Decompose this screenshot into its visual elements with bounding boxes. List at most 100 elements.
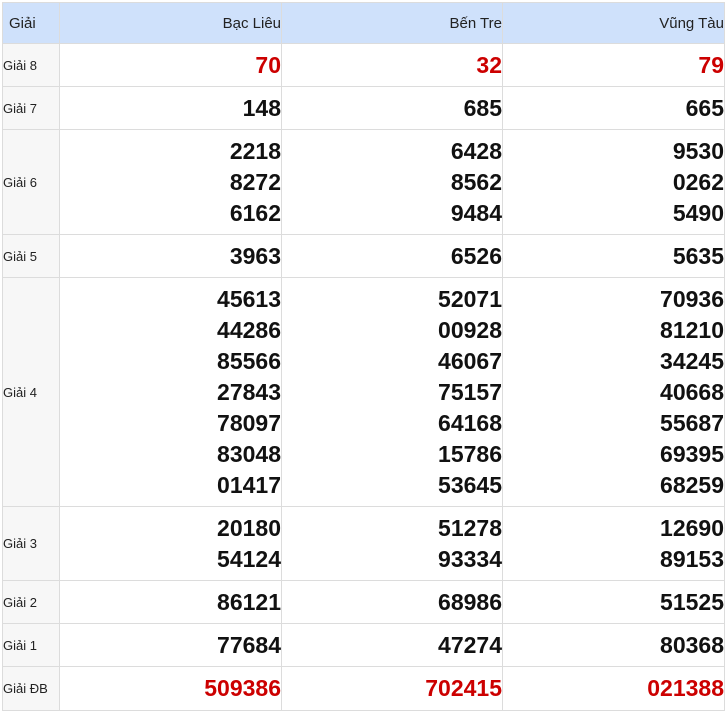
prize-row-giai-8: Giải 8 70 32 79: [2, 43, 725, 87]
result-cell-bac-lieu: 86121: [59, 580, 282, 624]
result-number[interactable]: 6428: [282, 136, 502, 167]
header-province-bac-lieu[interactable]: Bạc Liêu: [59, 2, 282, 44]
result-number[interactable]: 54124: [60, 544, 281, 575]
prize-label: Giải 4: [2, 277, 60, 507]
result-cell-ben-tre: 685: [281, 86, 503, 130]
header-province-vung-tau[interactable]: Vũng Tàu: [502, 2, 725, 44]
result-cell-bac-lieu: 148: [59, 86, 282, 130]
result-number[interactable]: 15786: [282, 439, 502, 470]
result-number[interactable]: 3963: [60, 241, 281, 272]
result-number[interactable]: 12690: [503, 513, 724, 544]
result-cell-bac-lieu: 70: [59, 43, 282, 87]
results-body: Giải 8 70 32 79 Giải 7 148 685 665 Giải 6 2218 827…: [2, 43, 725, 711]
result-cell-bac-lieu: 77684: [59, 623, 282, 667]
result-cell-ben-tre: 52071 00928 46067 75157 64168 15786 53645: [281, 277, 503, 507]
result-cell-vung-tau: 79: [502, 43, 725, 87]
prize-row-giai-5: Giải 5 3963 6526 5635: [2, 234, 725, 278]
result-number[interactable]: 01417: [60, 470, 281, 501]
result-cell-vung-tau: 70936 81210 34245 40668 55687 69395 68259: [502, 277, 725, 507]
result-number[interactable]: 69395: [503, 439, 724, 470]
result-cell-bac-lieu: 20180 54124: [59, 506, 282, 581]
result-number[interactable]: 47274: [282, 630, 502, 661]
lottery-results-table: Giải Bạc Liêu Bến Tre Vũng Tàu Giải 8 70 3…: [2, 2, 725, 711]
result-number[interactable]: 5635: [503, 241, 724, 272]
result-number[interactable]: 55687: [503, 408, 724, 439]
prize-row-giai-1: Giải 1 77684 47274 80368: [2, 623, 725, 667]
prize-row-giai-6: Giải 6 2218 8272 6162 6428 8562 9484 9530 0262 54…: [2, 129, 725, 235]
prize-label: Giải 1: [2, 623, 60, 667]
prize-label: Giải 3: [2, 506, 60, 581]
result-number[interactable]: 702415: [282, 673, 502, 704]
prize-label: Giải 2: [2, 580, 60, 624]
result-number[interactable]: 34245: [503, 346, 724, 377]
result-number[interactable]: 6526: [282, 241, 502, 272]
result-number[interactable]: 665: [503, 93, 724, 124]
result-number[interactable]: 148: [60, 93, 281, 124]
result-number[interactable]: 85566: [60, 346, 281, 377]
result-cell-vung-tau: 665: [502, 86, 725, 130]
result-number[interactable]: 81210: [503, 315, 724, 346]
result-number[interactable]: 00928: [282, 315, 502, 346]
header-prize: Giải: [2, 2, 60, 44]
header-row: Giải Bạc Liêu Bến Tre Vũng Tàu: [2, 2, 725, 44]
result-number[interactable]: 509386: [60, 673, 281, 704]
result-number[interactable]: 93334: [282, 544, 502, 575]
result-number[interactable]: 86121: [60, 587, 281, 618]
prize-label: Giải ĐB: [2, 666, 60, 711]
result-number[interactable]: 52071: [282, 284, 502, 315]
result-number[interactable]: 40668: [503, 377, 724, 408]
result-number[interactable]: 9530: [503, 136, 724, 167]
result-number[interactable]: 70936: [503, 284, 724, 315]
result-number[interactable]: 68259: [503, 470, 724, 501]
prize-row-giai-7: Giải 7 148 685 665: [2, 86, 725, 130]
result-number[interactable]: 83048: [60, 439, 281, 470]
result-number[interactable]: 70: [60, 50, 281, 81]
result-number[interactable]: 32: [282, 50, 502, 81]
result-number[interactable]: 51525: [503, 587, 724, 618]
result-number[interactable]: 27843: [60, 377, 281, 408]
result-cell-bac-lieu: 45613 44286 85566 27843 78097 83048 01417: [59, 277, 282, 507]
result-number[interactable]: 68986: [282, 587, 502, 618]
result-cell-bac-lieu: 3963: [59, 234, 282, 278]
prize-row-giai-3: Giải 3 20180 54124 51278 93334 12690 89153: [2, 506, 725, 581]
result-cell-ben-tre: 6428 8562 9484: [281, 129, 503, 235]
result-cell-ben-tre: 68986: [281, 580, 503, 624]
result-number[interactable]: 685: [282, 93, 502, 124]
result-number[interactable]: 45613: [60, 284, 281, 315]
result-number[interactable]: 79: [503, 50, 724, 81]
result-cell-vung-tau: 80368: [502, 623, 725, 667]
result-number[interactable]: 5490: [503, 198, 724, 229]
result-number[interactable]: 75157: [282, 377, 502, 408]
result-cell-bac-lieu: 2218 8272 6162: [59, 129, 282, 235]
result-number[interactable]: 46067: [282, 346, 502, 377]
result-number[interactable]: 51278: [282, 513, 502, 544]
result-cell-vung-tau: 5635: [502, 234, 725, 278]
result-number[interactable]: 20180: [60, 513, 281, 544]
result-number[interactable]: 8272: [60, 167, 281, 198]
result-cell-bac-lieu: 509386: [59, 666, 282, 711]
result-cell-vung-tau: 51525: [502, 580, 725, 624]
result-number[interactable]: 6162: [60, 198, 281, 229]
result-number[interactable]: 8562: [282, 167, 502, 198]
result-number[interactable]: 0262: [503, 167, 724, 198]
result-cell-ben-tre: 47274: [281, 623, 503, 667]
result-number[interactable]: 80368: [503, 630, 724, 661]
result-number[interactable]: 53645: [282, 470, 502, 501]
result-cell-vung-tau: 021388: [502, 666, 725, 711]
result-cell-vung-tau: 9530 0262 5490: [502, 129, 725, 235]
result-number[interactable]: 89153: [503, 544, 724, 575]
result-number[interactable]: 64168: [282, 408, 502, 439]
prize-label: Giải 5: [2, 234, 60, 278]
prize-label: Giải 7: [2, 86, 60, 130]
result-cell-ben-tre: 32: [281, 43, 503, 87]
result-number[interactable]: 78097: [60, 408, 281, 439]
result-cell-ben-tre: 51278 93334: [281, 506, 503, 581]
result-number[interactable]: 44286: [60, 315, 281, 346]
result-number[interactable]: 77684: [60, 630, 281, 661]
result-number[interactable]: 9484: [282, 198, 502, 229]
result-cell-ben-tre: 6526: [281, 234, 503, 278]
header-province-ben-tre[interactable]: Bến Tre: [281, 2, 503, 44]
result-number[interactable]: 2218: [60, 136, 281, 167]
prize-row-giai-4: Giải 4 45613 44286 85566 27843 78097 83048 0141…: [2, 277, 725, 507]
result-number[interactable]: 021388: [503, 673, 724, 704]
